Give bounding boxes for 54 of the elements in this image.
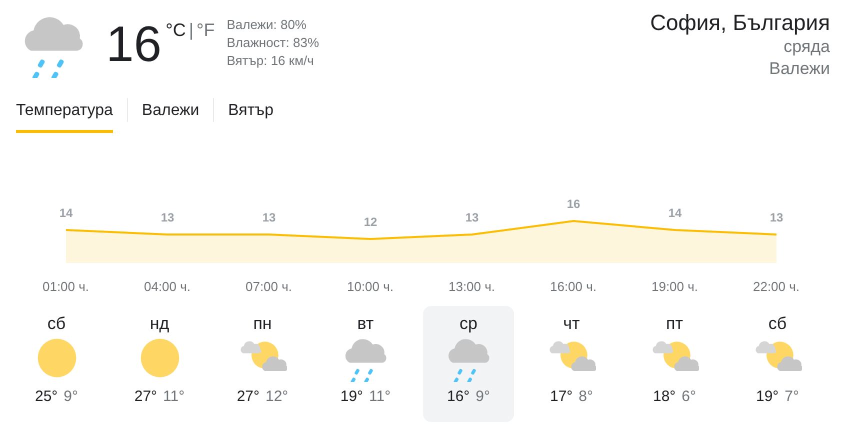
high-temperature: 16° <box>446 388 470 405</box>
high-temperature: 19° <box>756 388 779 405</box>
data-label: 16 <box>566 197 580 211</box>
low-temperature: 7° <box>784 388 800 405</box>
high-temperature: 19° <box>340 388 364 405</box>
data-label: 12 <box>364 215 378 229</box>
data-label: 13 <box>770 210 784 224</box>
location-name: София, България <box>650 10 830 36</box>
weekday-label: сб <box>47 314 66 334</box>
weekday-label: чт <box>563 314 580 334</box>
hour-label: 19:00 ч. <box>650 279 700 294</box>
day-forecast[interactable]: ср 16° 9° <box>423 306 514 422</box>
day-name: сряда <box>784 36 830 58</box>
hour-label: 10:00 ч. <box>346 279 395 294</box>
weather-detail: Валежи: 80% <box>226 16 308 34</box>
low-temperature: 11° <box>369 388 391 405</box>
high-temperature: 25° <box>34 388 58 405</box>
data-label: 13 <box>262 210 276 224</box>
low-temperature: 6° <box>682 388 696 405</box>
unit-separator: | <box>188 20 194 41</box>
data-label: 14 <box>59 206 73 220</box>
high-temperature: 17° <box>550 388 573 405</box>
celsius-unit[interactable]: °C <box>166 20 186 41</box>
data-label: 13 <box>160 210 174 224</box>
data-label: 13 <box>465 210 479 224</box>
high-temperature: 27° <box>134 388 158 405</box>
low-temperature: 8° <box>578 388 594 405</box>
weekday-label: пн <box>253 314 272 334</box>
hour-label: 01:00 ч. <box>41 279 90 294</box>
weekday-label: сб <box>768 314 787 334</box>
hour-label: 16:00 ч. <box>548 279 598 294</box>
hour-label: 04:00 ч. <box>142 279 192 294</box>
tab[interactable]: Вятър <box>228 98 274 133</box>
low-temperature: 9° <box>64 388 78 405</box>
fahrenheit-unit[interactable]: °F <box>196 20 215 41</box>
tab[interactable]: Валежи <box>142 98 200 133</box>
low-temperature: 12° <box>266 388 288 405</box>
hour-label: 13:00 ч. <box>447 279 496 294</box>
low-temperature: 9° <box>476 388 490 405</box>
hour-label: 22:00 ч. <box>752 279 801 294</box>
temperature: 16 <box>106 15 162 74</box>
weekday-label: пт <box>666 314 683 334</box>
high-temperature: 27° <box>236 388 260 405</box>
hour-label: 07:00 ч. <box>244 279 294 294</box>
high-temperature: 18° <box>652 388 676 405</box>
data-label: 14 <box>668 206 682 220</box>
low-temperature: 11° <box>163 388 185 405</box>
weekday-label: нд <box>150 314 170 334</box>
weekday-label: вт <box>357 314 374 334</box>
weekday-label: ср <box>460 314 478 334</box>
condition-text: Валежи <box>769 58 830 80</box>
tab[interactable]: Температура <box>16 98 113 133</box>
weather-detail: Вятър: 16 км/ч <box>226 52 315 70</box>
weather-detail: Влажност: 83% <box>226 34 320 52</box>
